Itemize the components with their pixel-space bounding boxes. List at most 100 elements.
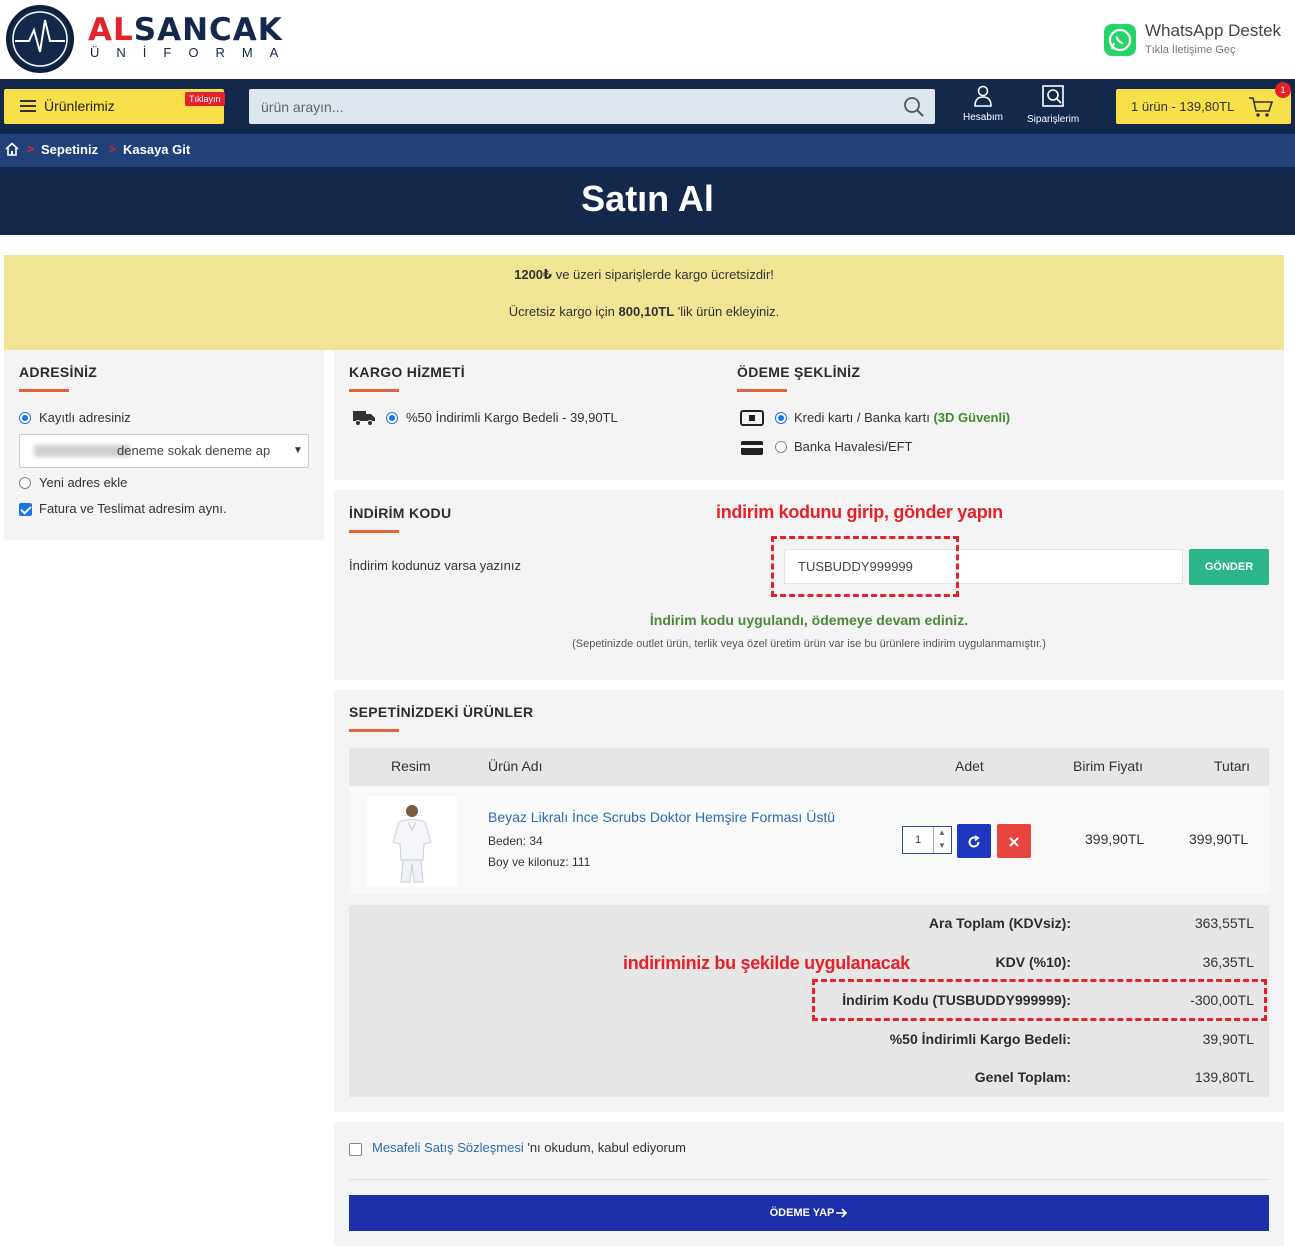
shipping-option-label: %50 İndirimli Kargo Bedeli - 39,90TL: [406, 410, 618, 425]
column-header: Tutarı: [1214, 758, 1251, 774]
discount-highlight-box: [771, 536, 959, 597]
vat-value: 36,35TL: [1202, 954, 1254, 970]
grand-total-value: 139,80TL: [1194, 1069, 1254, 1085]
account-link[interactable]: Hesabım: [963, 85, 1003, 123]
discount-note: (Sepetinizde outlet ürün, terlik veya öz…: [572, 638, 1046, 650]
unit-price: 399,90TL: [1085, 831, 1145, 847]
column-header: Resim: [391, 758, 431, 774]
pay-button[interactable]: ÖDEME YAP: [349, 1195, 1269, 1231]
cart-summary: 1 ürün - 139,80TL: [1131, 99, 1235, 114]
whatsapp-icon[interactable]: [1104, 24, 1136, 56]
click-badge: Tıklayın: [185, 92, 225, 106]
cart-title: SEPETİNİZDEKİ ÜRÜNLER: [349, 704, 534, 720]
discount-title: İNDİRİM KODU: [349, 505, 452, 521]
product-height-weight: Boy ve kilonuz: 111: [488, 855, 591, 869]
orders-label: Siparişlerim: [1027, 114, 1080, 125]
shipping-fee-value: 39,90TL: [1202, 1031, 1254, 1047]
shipping-title: KARGO HİZMETİ: [349, 364, 465, 380]
cart-button[interactable]: 1 ürün - 139,80TL: [1116, 89, 1291, 124]
product-name-link[interactable]: Beyaz Likralı İnce Scrubs Doktor Hemşire…: [488, 809, 835, 825]
search-input[interactable]: [249, 89, 889, 124]
arrow-right-icon: [836, 1208, 848, 1218]
saved-address-radio[interactable]: [19, 412, 31, 424]
breadcrumb-separator: >: [109, 142, 117, 156]
bank-card-icon: [741, 441, 763, 455]
delivery-truck-icon: [353, 411, 375, 426]
breadcrumb: > Sepetiniz > Kasaya Git: [0, 134, 1295, 167]
discount-prompt: İndirim kodunuz varsa yazınız: [349, 558, 521, 573]
title-underline: [19, 389, 69, 392]
logo-emblem[interactable]: [6, 5, 74, 73]
new-address-label: Yeni adres ekle: [39, 475, 128, 490]
remove-item-button[interactable]: [997, 824, 1031, 858]
subtotal-label: Ara Toplam (KDVsiz):: [928, 915, 1071, 931]
notice-line-1: 1200₺ ve üzeri siparişlerde kargo ücrets…: [514, 267, 774, 282]
saved-address-label: Kayıtlı adresiniz: [39, 410, 131, 425]
user-icon: [974, 85, 992, 107]
cart-count-badge: 1: [1275, 82, 1291, 98]
refresh-quantity-button[interactable]: [957, 824, 991, 858]
divider: [349, 1179, 1269, 1180]
agreement-link[interactable]: Mesafeli Satış Sözleşmesi: [372, 1140, 524, 1155]
same-address-label: Fatura ve Teslimat adresim aynı.: [39, 501, 227, 516]
breadcrumb-cart[interactable]: Sepetiniz: [41, 142, 98, 157]
site-header: ALSANCAK ÜNİFORMA WhatsApp Destek Tıkla …: [0, 0, 1295, 79]
product-size: Beden: 34: [488, 834, 543, 848]
home-icon[interactable]: [5, 142, 19, 156]
increment-icon[interactable]: ▲: [938, 828, 946, 837]
orders-icon: [1042, 85, 1064, 107]
refresh-icon: [968, 834, 980, 848]
totals-annotation: indiriminiz bu şekilde uygulanacak: [623, 953, 910, 973]
notice-line-2: Ücretsiz kargo için 800,10TL 'lik ürün e…: [508, 304, 780, 319]
shipping-notice: 1200₺ ve üzeri siparişlerde kargo ücrets…: [4, 255, 1284, 350]
column-header: Adet: [955, 758, 984, 774]
new-address-radio[interactable]: [19, 477, 31, 489]
close-icon: [1009, 837, 1019, 848]
quantity-stepper[interactable]: 1 ▲ ▼: [902, 826, 952, 854]
products-menu-button[interactable]: Ürünlerimiz Tıklayın: [4, 89, 225, 124]
shipping-fee-label: %50 İndirimli Kargo Bedeli:: [889, 1031, 1071, 1047]
product-image[interactable]: [367, 796, 457, 886]
cart-table-header: Resim Ürün Adı Adet Birim Fiyatı Tutarı: [349, 748, 1269, 786]
hamburger-icon: [20, 100, 36, 112]
discount-annotation: indirim kodunu girip, gönder yapın: [716, 502, 1003, 522]
decrement-icon[interactable]: ▼: [938, 841, 946, 850]
grand-total-label: Genel Toplam:: [974, 1069, 1071, 1085]
logo-wordmark[interactable]: ALSANCAK: [88, 12, 283, 48]
same-address-checkbox[interactable]: [19, 503, 32, 516]
bank-transfer-label: Banka Havalesi/EFT: [794, 439, 913, 454]
card-payment-label: Kredi kartı / Banka kartı (3D Güvenli): [794, 410, 1011, 425]
blurred-name: [34, 445, 130, 457]
title-underline: [737, 389, 787, 392]
card-icon: [740, 410, 764, 426]
column-header: Birim Fiyatı: [1073, 758, 1143, 774]
agreement-text: Mesafeli Satış Sözleşmesi 'nı okudum, ka…: [372, 1140, 686, 1155]
account-label: Hesabım: [963, 112, 1004, 123]
address-title: ADRESİNİZ: [19, 364, 98, 380]
products-menu-label: Ürünlerimiz: [44, 98, 115, 114]
shipping-option-radio[interactable]: [386, 412, 398, 424]
page-title: Satın Al: [0, 167, 1295, 235]
main-navbar: Ürünlerimiz Tıklayın Hesabım Siparişleri…: [0, 79, 1295, 134]
title-underline: [349, 389, 399, 392]
title-underline: [349, 729, 399, 732]
whatsapp-subtitle[interactable]: Tıkla İletişime Geç: [1145, 44, 1235, 56]
pay-button-label: ÖDEME YAP: [769, 1207, 835, 1219]
orders-link[interactable]: Siparişlerim: [1027, 85, 1079, 125]
card-payment-radio[interactable]: [775, 412, 787, 424]
line-total: 399,90TL: [1189, 831, 1249, 847]
bank-transfer-radio[interactable]: [775, 441, 787, 453]
send-code-button[interactable]: GÖNDER: [1189, 549, 1269, 585]
stepper-arrows[interactable]: ▲ ▼: [933, 827, 951, 853]
agreement-checkbox[interactable]: [349, 1143, 362, 1156]
address-select[interactable]: deneme sokak deneme ap ▼: [19, 434, 309, 468]
whatsapp-title[interactable]: WhatsApp Destek: [1145, 21, 1281, 41]
discount-row-highlight-box: [812, 979, 1267, 1021]
breadcrumb-checkout[interactable]: Kasaya Git: [123, 142, 190, 157]
cart-icon: [1249, 97, 1274, 117]
search-icon[interactable]: [903, 96, 925, 118]
table-row: Beyaz Likralı İnce Scrubs Doktor Hemşire…: [349, 786, 1269, 894]
column-header: Ürün Adı: [488, 758, 543, 774]
breadcrumb-separator: >: [27, 142, 35, 156]
title-underline: [349, 530, 399, 533]
